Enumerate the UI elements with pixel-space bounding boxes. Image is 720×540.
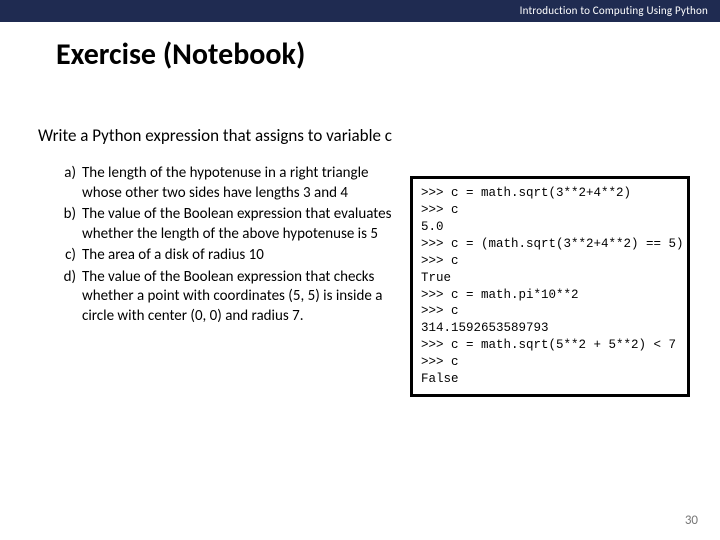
list-item: d) The value of the Boolean expression t… [58, 268, 392, 327]
item-marker: d) [58, 268, 82, 327]
content-columns: a) The length of the hypotenuse in a rig… [0, 146, 720, 397]
list-item: b) The value of the Boolean expression t… [58, 205, 392, 244]
item-marker: b) [58, 205, 82, 244]
page-number: 30 [685, 513, 698, 528]
list-item: a) The length of the hypotenuse in a rig… [58, 164, 392, 203]
item-text: The area of a disk of radius 10 [82, 246, 392, 266]
course-label: Introduction to Computing Using Python [520, 4, 708, 17]
list-item: c) The area of a disk of radius 10 [58, 246, 392, 266]
item-marker: c) [58, 246, 82, 266]
question-list: a) The length of the hypotenuse in a rig… [0, 164, 410, 397]
code-output: >>> c = math.sqrt(3**2+4**2) >>> c 5.0 >… [410, 176, 690, 397]
item-text: The value of the Boolean expression that… [82, 268, 392, 327]
page-title: Exercise (Notebook) [0, 22, 720, 73]
slide: Introduction to Computing Using Python E… [0, 0, 720, 540]
code-column: >>> c = math.sqrt(3**2+4**2) >>> c 5.0 >… [410, 164, 690, 397]
item-marker: a) [58, 164, 82, 203]
item-text: The length of the hypotenuse in a right … [82, 164, 392, 203]
exercise-prompt: Write a Python expression that assigns t… [0, 73, 400, 146]
header-bar: Introduction to Computing Using Python [0, 0, 720, 22]
item-text: The value of the Boolean expression that… [82, 205, 392, 244]
